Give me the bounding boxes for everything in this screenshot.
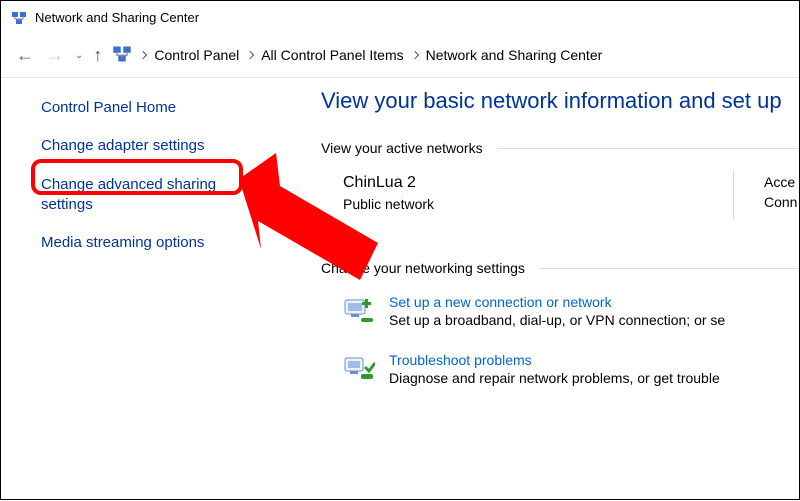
sidebar-item-adapter-settings[interactable]: Change adapter settings [41, 136, 251, 156]
divider [497, 148, 799, 149]
page-title: View your basic network information and … [321, 88, 799, 114]
breadcrumb-all-items[interactable]: All Control Panel Items [261, 47, 403, 63]
window-title: Network and Sharing Center [35, 10, 199, 25]
sidebar-item-media-streaming[interactable]: Media streaming options [41, 233, 251, 253]
setup-connection-item: Set up a new connection or network Set u… [343, 294, 799, 328]
network-center-icon [112, 44, 132, 67]
sidebar-item-home[interactable]: Control Panel Home [41, 98, 251, 118]
breadcrumb-current[interactable]: Network and Sharing Center [426, 47, 603, 63]
divider [733, 170, 734, 220]
back-button[interactable]: ← [15, 45, 35, 66]
chevron-right-icon [246, 51, 254, 59]
troubleshoot-item: Troubleshoot problems Diagnose and repai… [343, 352, 799, 386]
network-access-label: Acce [764, 174, 797, 190]
chevron-right-icon [410, 51, 418, 59]
sidebar-item-advanced-sharing[interactable]: Change advanced sharing settings [41, 175, 251, 216]
network-type: Public network [343, 196, 643, 212]
forward-button[interactable]: → [45, 45, 65, 66]
nav-bar: ← → ⌄ ↑ Control Panel All Control Panel … [1, 33, 799, 77]
active-networks-heading: View your active networks [321, 140, 483, 156]
divider [539, 268, 799, 269]
breadcrumb-control-panel[interactable]: Control Panel [154, 47, 239, 63]
title-bar: Network and Sharing Center [1, 1, 799, 33]
network-name: ChinLua 2 [343, 174, 643, 192]
main-content: View your basic network information and … [281, 78, 799, 501]
setup-connection-icon [343, 294, 375, 326]
sidebar: Control Panel Home Change adapter settin… [1, 78, 281, 501]
change-settings-heading: Change your networking settings [321, 260, 525, 276]
network-connections-label: Conn [764, 194, 797, 210]
active-network-row: ChinLua 2 Public network Acce Conn [321, 174, 799, 220]
recent-locations-dropdown[interactable]: ⌄ [75, 50, 83, 61]
network-center-icon [11, 9, 27, 25]
chevron-right-icon [139, 51, 147, 59]
troubleshoot-link[interactable]: Troubleshoot problems [389, 352, 720, 368]
up-button[interactable]: ↑ [93, 45, 102, 66]
troubleshoot-desc: Diagnose and repair network problems, or… [389, 370, 720, 386]
setup-connection-link[interactable]: Set up a new connection or network [389, 294, 725, 310]
breadcrumb: Control Panel All Control Panel Items Ne… [112, 44, 602, 67]
troubleshoot-icon [343, 352, 375, 384]
setup-connection-desc: Set up a broadband, dial-up, or VPN conn… [389, 312, 725, 328]
